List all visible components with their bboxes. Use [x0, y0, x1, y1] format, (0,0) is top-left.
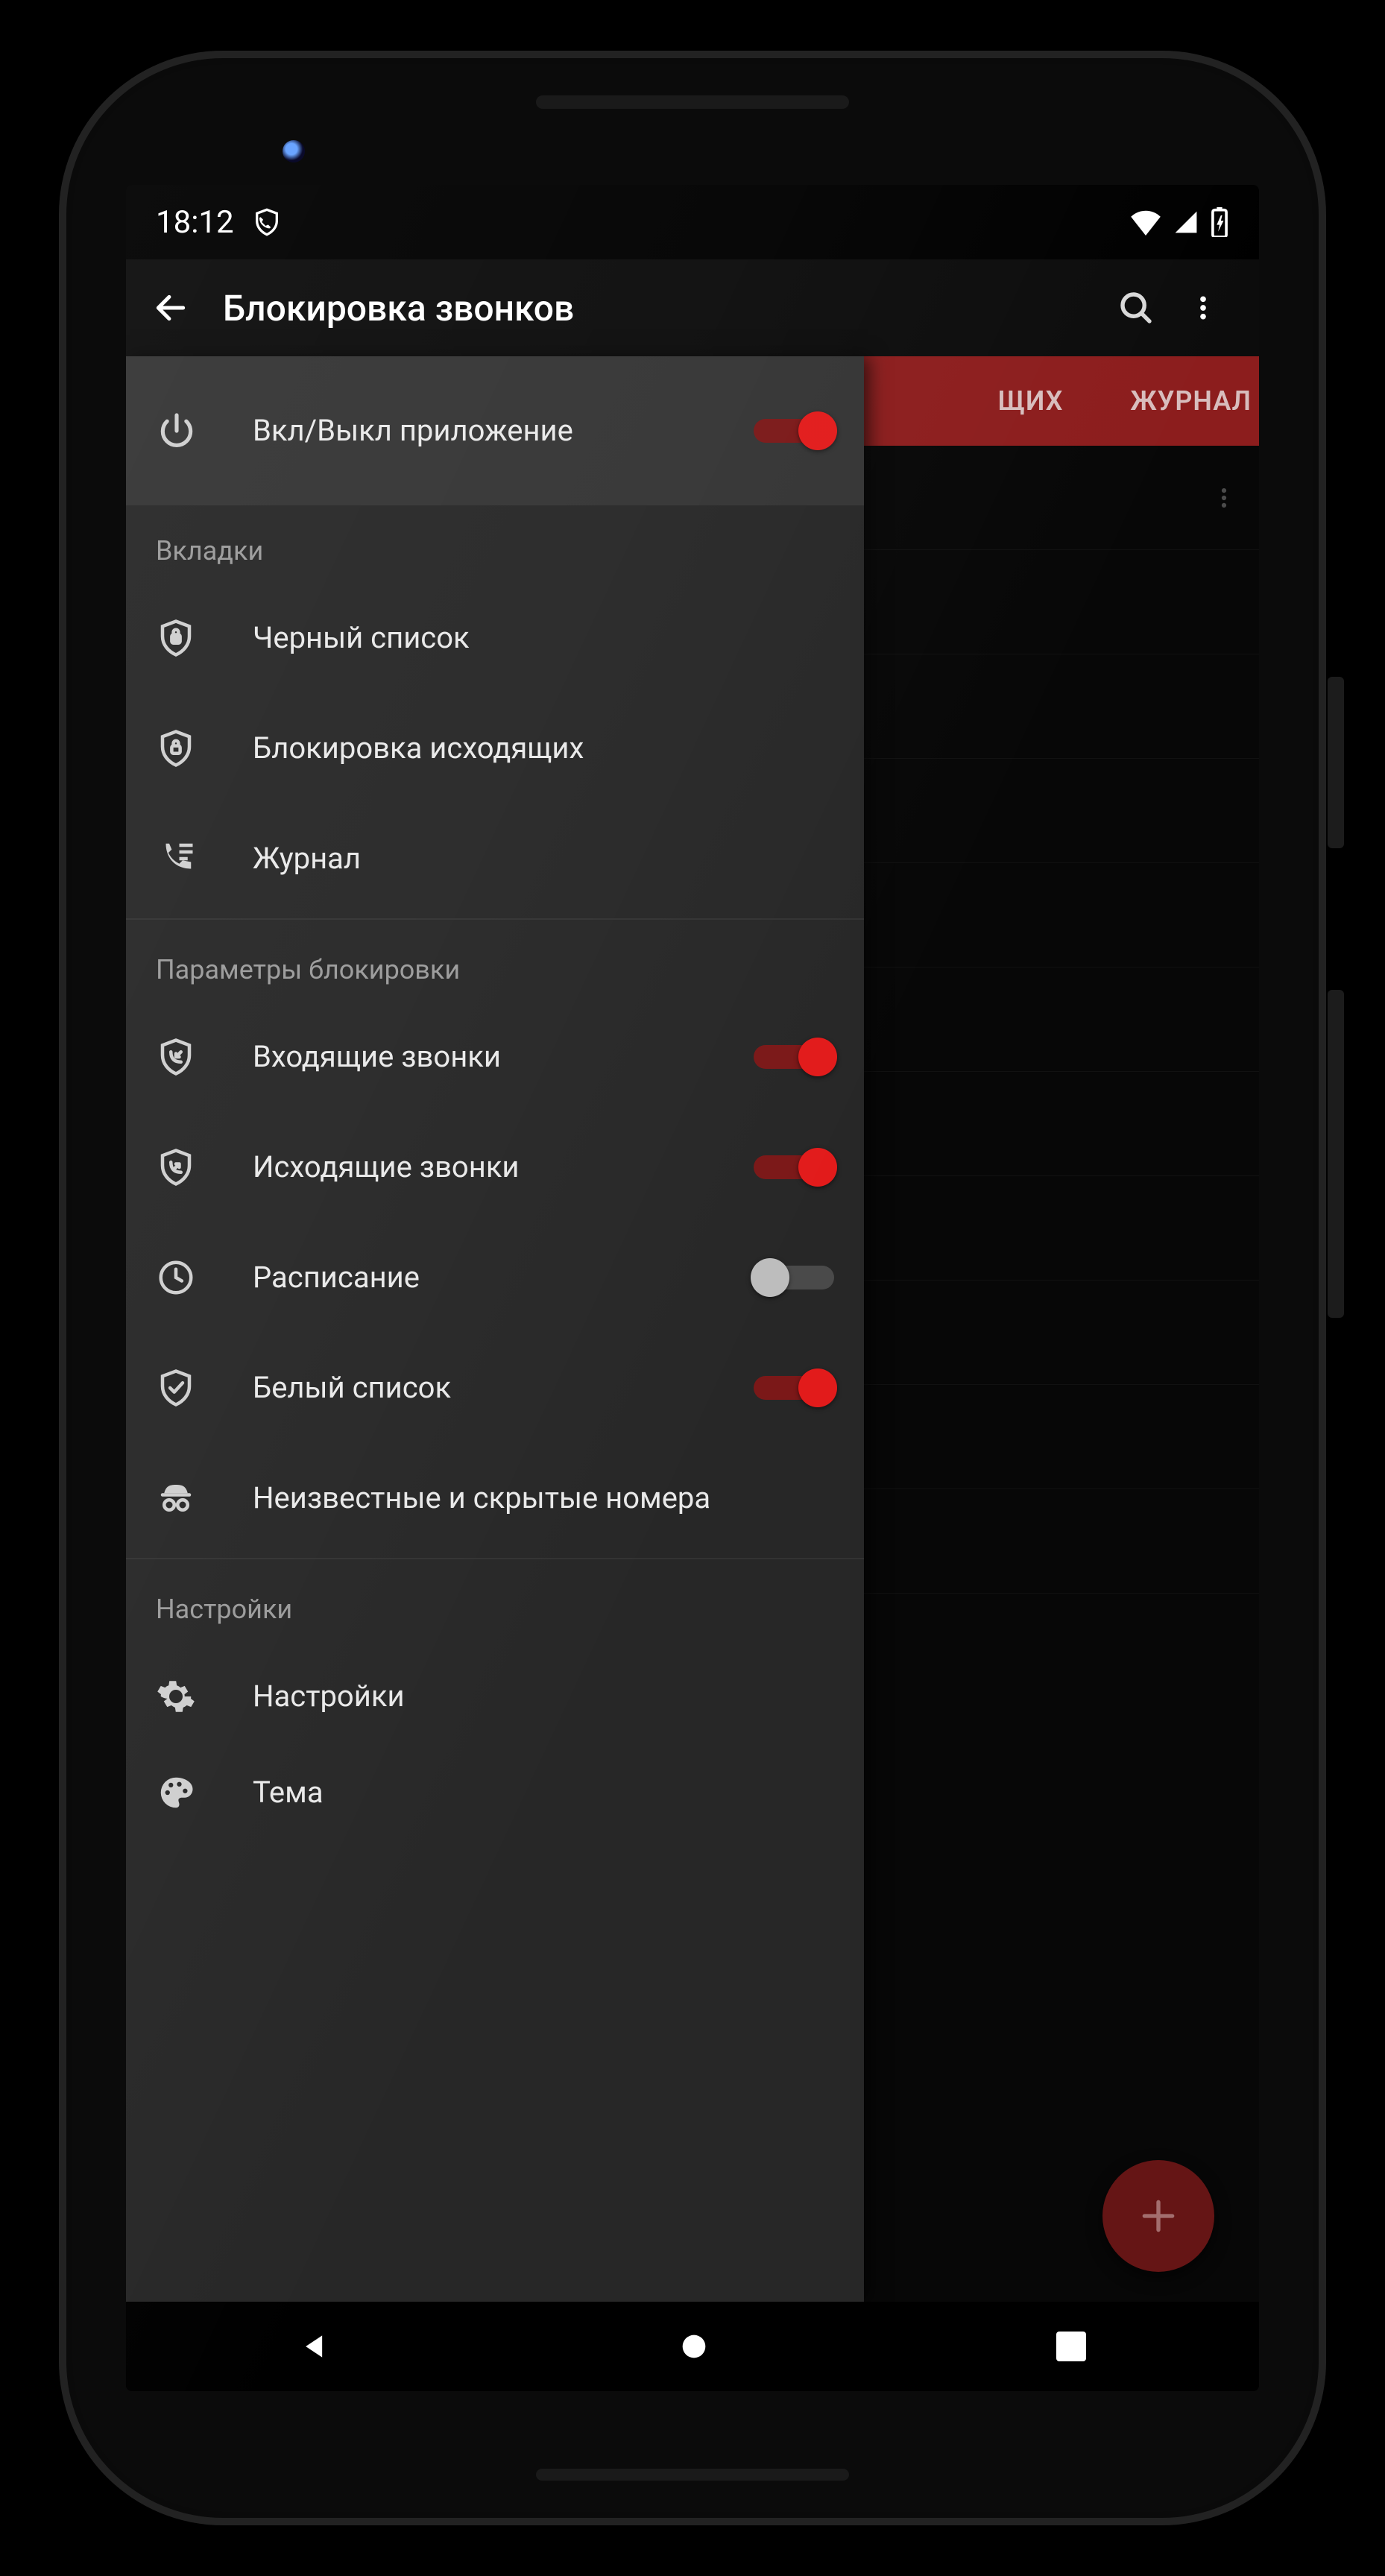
tab-journal[interactable]: ЖУРНАЛ	[1123, 385, 1259, 417]
drawer-section-tabs: Вкладки	[126, 505, 864, 583]
add-fab[interactable]	[1102, 2160, 1214, 2272]
drawer-item-incoming[interactable]: Входящие звонки	[126, 1002, 864, 1112]
toggle-incoming[interactable]	[754, 1040, 834, 1074]
row-overflow-icon[interactable]	[1211, 480, 1237, 516]
battery-icon	[1210, 207, 1229, 237]
toggle-whitelist[interactable]	[754, 1371, 834, 1405]
volume-button	[1328, 990, 1344, 1318]
earpiece	[536, 95, 849, 109]
android-nav-bar	[126, 2302, 1259, 2391]
toggle-app-enabled[interactable]	[754, 414, 834, 448]
drawer-item-schedule[interactable]: Расписание	[126, 1222, 864, 1333]
shield-lock-icon	[156, 618, 253, 658]
toggle-outgoing[interactable]	[754, 1150, 834, 1184]
drawer-toggle-app[interactable]: Вкл/Выкл приложение	[126, 356, 864, 505]
drawer-item-label: Журнал	[253, 840, 834, 877]
drawer-item-label: Черный список	[253, 619, 834, 657]
drawer-item-block-outgoing[interactable]: Блокировка исходящих	[126, 693, 864, 804]
divider	[126, 1558, 864, 1559]
drawer-item-whitelist[interactable]: Белый список	[126, 1333, 864, 1443]
drawer-item-label: Настройки	[253, 1678, 834, 1715]
drawer-item-unknown[interactable]: Неизвестные и скрытые номера	[126, 1443, 864, 1553]
call-log-icon	[156, 839, 253, 879]
call-shield-icon	[252, 207, 282, 237]
drawer-item-label: Белый список	[253, 1369, 754, 1407]
nav-drawer: Вкл/Выкл приложение Вкладки Черный	[126, 356, 864, 2302]
nav-home-button[interactable]	[677, 2329, 711, 2364]
toggle-schedule[interactable]	[754, 1260, 834, 1295]
drawer-item-label: Неизвестные и скрытые номера	[253, 1480, 834, 1517]
screen: 18:12	[126, 185, 1259, 2391]
drawer-item-label: Входящие звонки	[253, 1038, 754, 1076]
tab-outgoing-partial[interactable]: ЩИХ	[991, 385, 1071, 417]
drawer-item-label: Расписание	[253, 1259, 754, 1296]
front-camera	[283, 140, 305, 162]
drawer-hero-label: Вкл/Выкл приложение	[253, 412, 754, 449]
divider	[126, 918, 864, 920]
cell-signal-icon	[1173, 209, 1199, 236]
power-icon	[156, 410, 253, 452]
toolbar-title: Блокировка звонков	[223, 287, 1102, 329]
status-time: 18:12	[156, 204, 234, 241]
nav-back-button[interactable]	[299, 2330, 332, 2363]
back-button[interactable]	[141, 289, 201, 326]
drawer-item-label: Блокировка исходящих	[253, 730, 834, 767]
status-bar: 18:12	[126, 185, 1259, 259]
device-frame: 18:12	[59, 51, 1326, 2525]
drawer-item-label: Исходящие звонки	[253, 1149, 754, 1186]
clock-icon	[156, 1257, 253, 1298]
shield-outgoing-icon	[156, 1147, 253, 1187]
drawer-item-journal[interactable]: Журнал	[126, 804, 864, 914]
drawer-item-theme[interactable]: Тема	[126, 1752, 864, 1819]
gear-icon	[156, 1676, 253, 1717]
drawer-section-block: Параметры блокировки	[126, 924, 864, 1002]
bottom-speaker	[536, 2469, 849, 2481]
nav-recents-button[interactable]	[1056, 2332, 1086, 2361]
shield-incoming-icon	[156, 1037, 253, 1077]
drawer-item-label: Тема	[253, 1774, 834, 1811]
search-button[interactable]	[1102, 288, 1170, 328]
drawer-section-settings: Настройки	[126, 1564, 864, 1641]
incognito-icon	[156, 1478, 253, 1518]
shield-lock-outline-icon	[156, 728, 253, 768]
drawer-item-settings[interactable]: Настройки	[126, 1641, 864, 1752]
shield-check-icon	[156, 1368, 253, 1408]
overflow-button[interactable]	[1170, 288, 1237, 328]
app-toolbar: Блокировка звонков	[126, 259, 1259, 356]
drawer-item-outgoing[interactable]: Исходящие звонки	[126, 1112, 864, 1222]
palette-icon	[156, 1772, 253, 1813]
power-button	[1328, 677, 1344, 848]
wifi-icon	[1129, 209, 1162, 236]
drawer-item-blacklist[interactable]: Черный список	[126, 583, 864, 693]
